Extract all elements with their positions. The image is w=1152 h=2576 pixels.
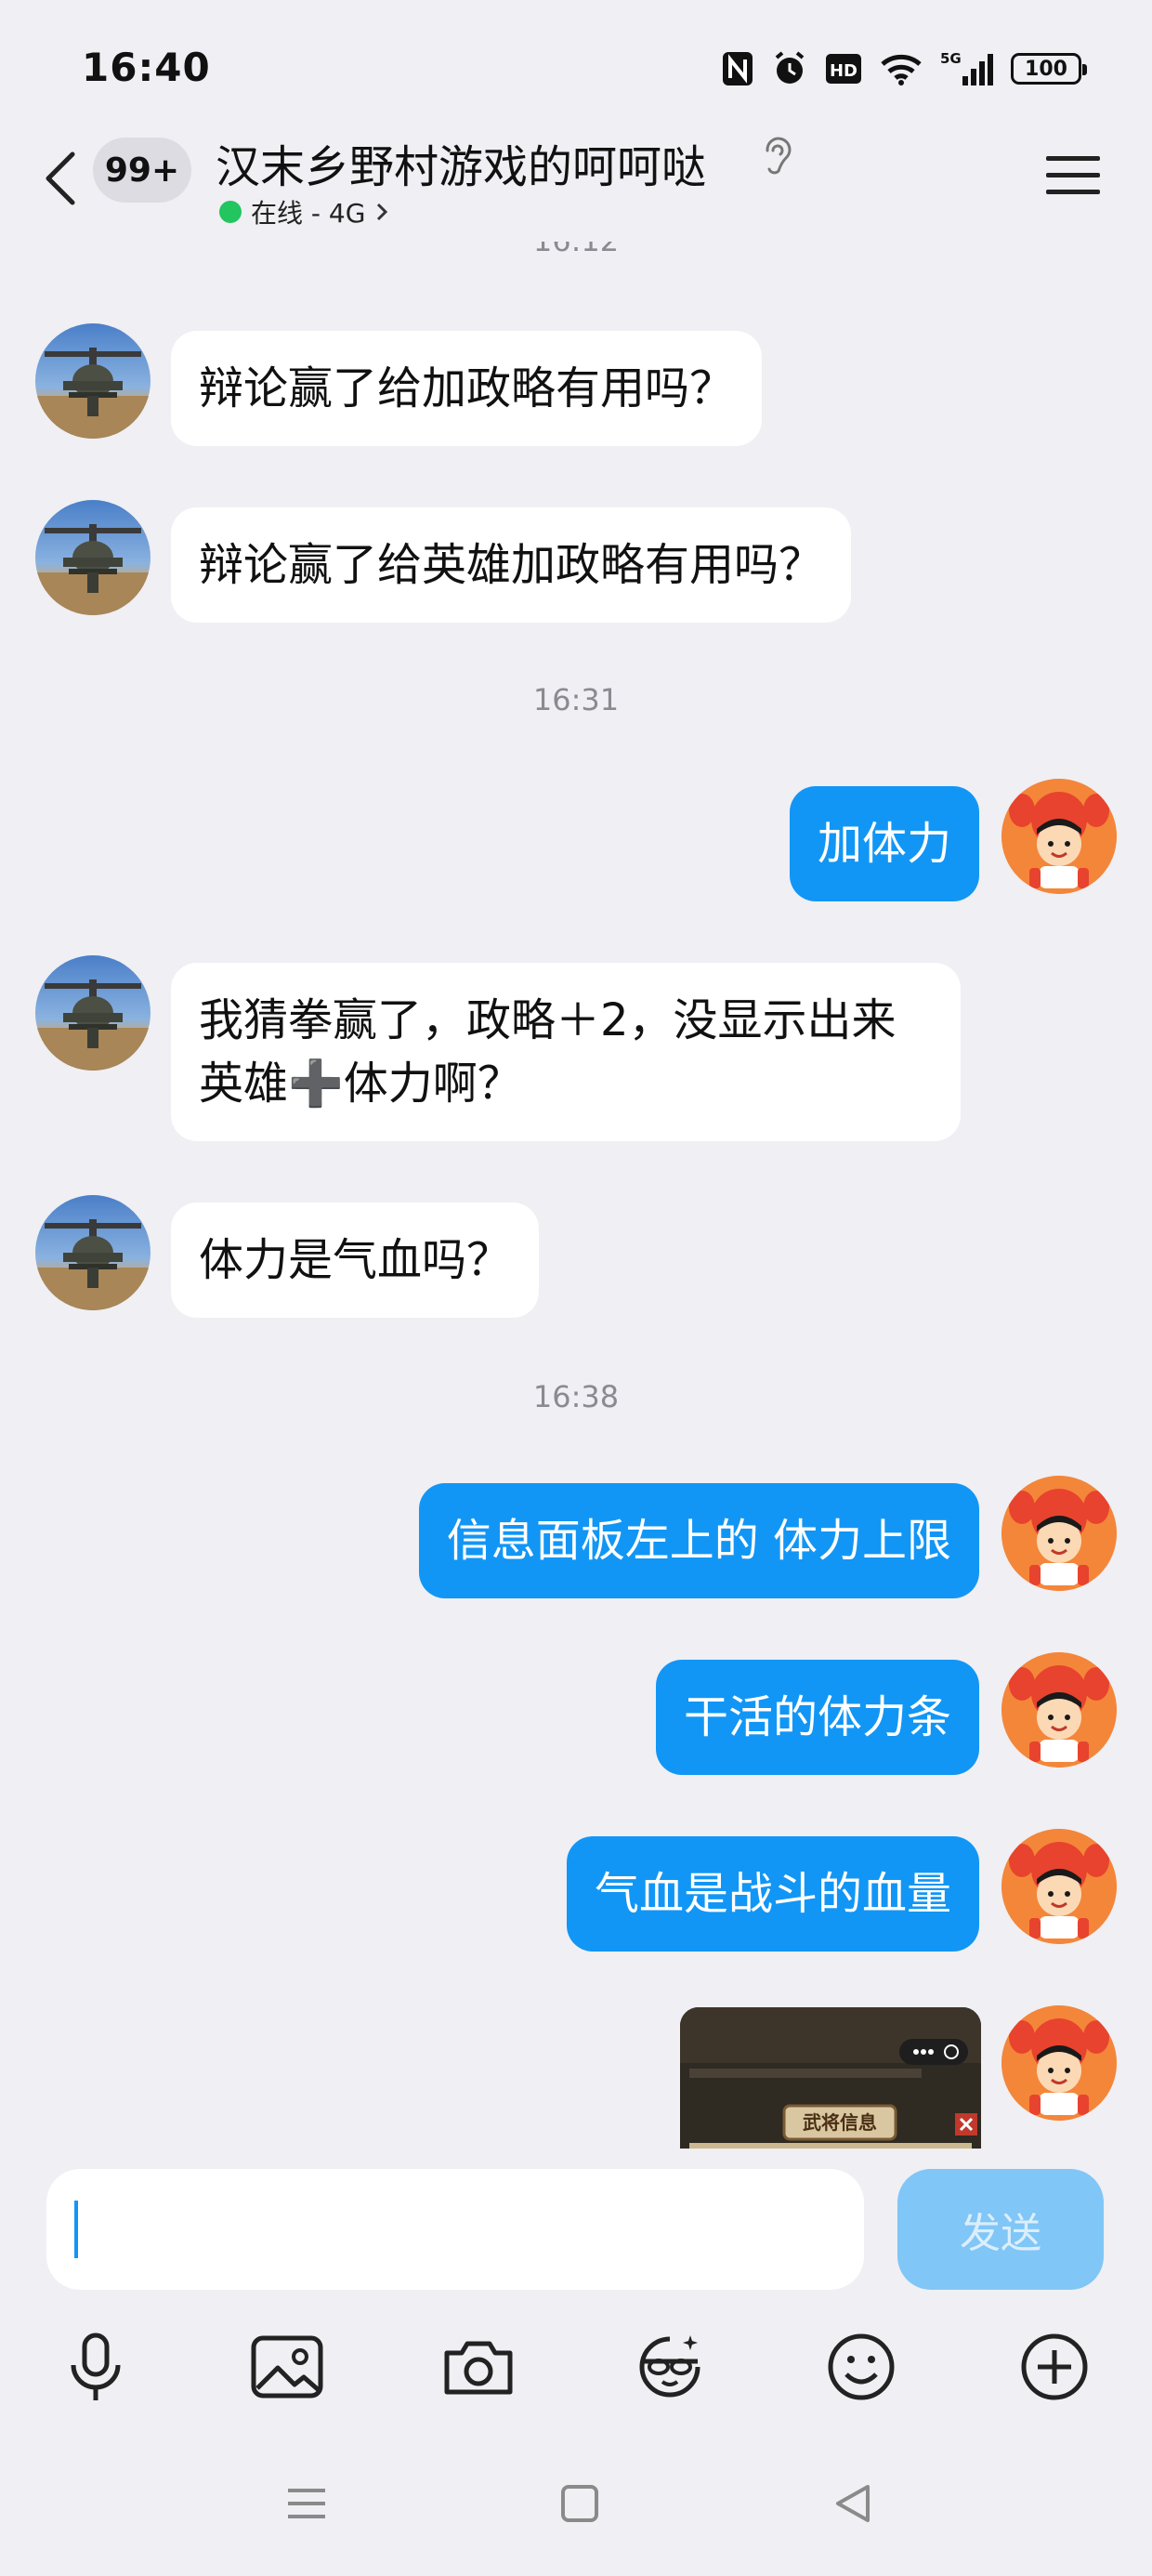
timestamp: 16:31 bbox=[532, 682, 620, 717]
lobster-avatar-icon bbox=[1001, 779, 1117, 894]
message-bubble-incoming[interactable]: 体力是气血吗？ bbox=[171, 1203, 540, 1318]
camera-button[interactable] bbox=[437, 2325, 520, 2409]
home-button[interactable] bbox=[552, 2476, 608, 2531]
battery-indicator: 100 bbox=[1011, 53, 1087, 85]
mic-icon bbox=[71, 2333, 121, 2400]
message-bubble-incoming[interactable]: 辩论赢了给加政略有用吗？ bbox=[171, 331, 763, 446]
cellular-5g-icon: 5G bbox=[940, 50, 994, 87]
album-button[interactable] bbox=[245, 2325, 329, 2409]
message-bubble-outgoing[interactable]: 加体力 bbox=[789, 786, 979, 901]
square-icon bbox=[561, 2485, 598, 2522]
my-avatar[interactable] bbox=[1001, 1652, 1117, 1768]
contact-avatar[interactable] bbox=[35, 500, 151, 615]
chevron-left-icon bbox=[46, 151, 75, 205]
more-button[interactable] bbox=[1013, 2325, 1096, 2409]
triangle-back-icon bbox=[836, 2485, 870, 2522]
message-bubble-outgoing[interactable]: 气血是战斗的血量 bbox=[566, 1836, 979, 1952]
chevron-right-icon bbox=[377, 203, 388, 221]
image-icon bbox=[251, 2335, 323, 2399]
message-bubble-outgoing[interactable]: 信息面板左上的 体力上限 bbox=[418, 1483, 979, 1598]
voice-button[interactable] bbox=[54, 2325, 137, 2409]
timestamp: 16:38 bbox=[532, 1379, 620, 1414]
message-bubble-incoming[interactable]: 我猜拳赢了，政略＋2，没显示出来英雄➕体力啊？ bbox=[171, 963, 961, 1141]
status-time: 16:40 bbox=[82, 45, 211, 90]
emoji-icon bbox=[828, 2333, 895, 2400]
plus-icon bbox=[1021, 2333, 1088, 2400]
camera-icon bbox=[444, 2341, 513, 2395]
my-avatar[interactable] bbox=[1001, 2005, 1117, 2121]
svg-text:5G: 5G bbox=[940, 50, 962, 67]
my-avatar[interactable] bbox=[1001, 1829, 1117, 1944]
unread-count-badge[interactable]: 99+ bbox=[93, 138, 191, 203]
message-bubble-outgoing[interactable]: 干活的体力条 bbox=[655, 1660, 979, 1775]
helicopter-avatar-icon bbox=[35, 524, 151, 615]
hd-icon: HD bbox=[825, 52, 862, 85]
timestamp: 16:12 bbox=[0, 242, 1152, 258]
image-message[interactable]: 武将信息 bbox=[680, 2007, 981, 2149]
game-screenshot-image: 武将信息 bbox=[680, 2007, 981, 2149]
system-nav-bar bbox=[0, 2435, 1152, 2576]
alarm-icon bbox=[771, 50, 808, 87]
sticker-button[interactable] bbox=[628, 2325, 712, 2409]
online-dot bbox=[219, 201, 242, 223]
send-button[interactable]: 发送 bbox=[897, 2169, 1104, 2290]
my-avatar[interactable] bbox=[1001, 779, 1117, 894]
helicopter-avatar-icon bbox=[35, 979, 151, 1071]
menu-button[interactable] bbox=[1044, 152, 1102, 197]
lobster-avatar-icon bbox=[1001, 2005, 1117, 2121]
message-input[interactable] bbox=[46, 2169, 864, 2290]
sticker-icon bbox=[639, 2335, 700, 2398]
wifi-icon bbox=[879, 51, 923, 86]
status-bar: 16:40 HD 5G 100 bbox=[0, 0, 1152, 130]
my-avatar[interactable] bbox=[1001, 1476, 1117, 1591]
back-nav-button[interactable] bbox=[825, 2476, 881, 2531]
presence-text: 在线 - 4G bbox=[251, 198, 366, 229]
message-list[interactable]: 16:12 辩论赢了给加政略有用吗？ 辩论赢了给英雄加政略有用吗？ 16:31 … bbox=[0, 242, 1152, 2149]
contact-avatar[interactable] bbox=[35, 323, 151, 439]
ear-icon[interactable] bbox=[760, 134, 793, 182]
hamburger-menu-icon bbox=[1046, 156, 1100, 194]
nfc-icon bbox=[721, 50, 754, 87]
lobster-avatar-icon bbox=[1001, 1829, 1117, 1944]
lobster-avatar-icon bbox=[1001, 1652, 1117, 1768]
panel-title-text: 武将信息 bbox=[803, 2111, 877, 2134]
text-caret bbox=[74, 2201, 78, 2258]
menu-lines-icon bbox=[288, 2489, 325, 2518]
helicopter-avatar-icon bbox=[35, 348, 151, 439]
chat-header: 99+ 汉末乡野村游戏的呵呵哒 在线 - 4G bbox=[0, 121, 1152, 242]
helicopter-avatar-icon bbox=[35, 1219, 151, 1310]
input-area: 发送 bbox=[0, 2149, 1152, 2435]
back-button[interactable] bbox=[37, 141, 84, 216]
message-bubble-incoming[interactable]: 辩论赢了给英雄加政略有用吗？ bbox=[171, 507, 852, 623]
recents-button[interactable] bbox=[279, 2476, 334, 2531]
contact-avatar[interactable] bbox=[35, 1195, 151, 1310]
svg-text:HD: HD bbox=[830, 61, 857, 81]
presence-status[interactable]: 在线 - 4G bbox=[219, 193, 389, 230]
input-toolbar bbox=[0, 2316, 1152, 2427]
lobster-avatar-icon bbox=[1001, 1476, 1117, 1591]
emoji-button[interactable] bbox=[819, 2325, 903, 2409]
chat-title[interactable]: 汉末乡野村游戏的呵呵哒 bbox=[216, 130, 706, 195]
contact-avatar[interactable] bbox=[35, 955, 151, 1071]
status-icons: HD 5G 100 bbox=[721, 48, 1087, 89]
